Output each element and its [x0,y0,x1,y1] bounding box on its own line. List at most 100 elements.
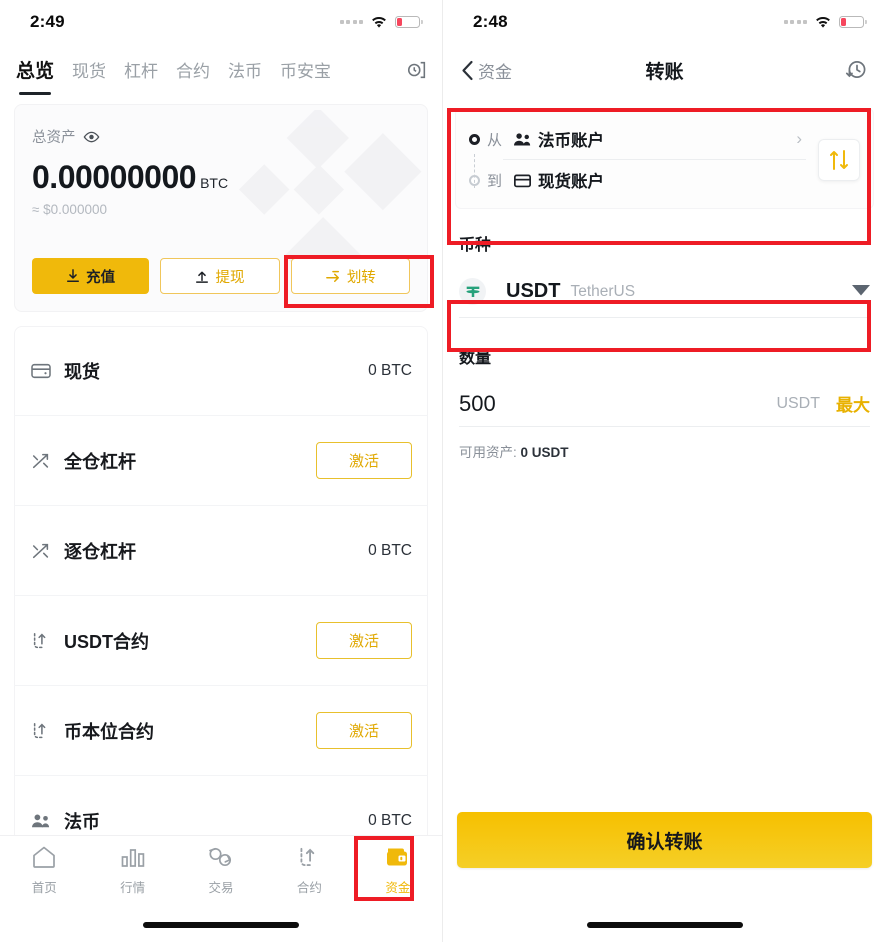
status-bar-left: 2:49 [0,0,442,44]
wifi-icon [372,16,386,28]
activate-button[interactable]: 激活 [316,622,412,659]
amount-input[interactable]: 500 [459,391,496,417]
history-doc-icon[interactable] [406,59,428,81]
wallet-tabs: 总览 现货 杠杆 合约 法币 币安宝 [0,44,442,96]
total-balance-unit: BTC [200,175,229,191]
dual-screenshot-container: 2:49 总览 现货 杠杆 合约 法币 币安宝 总资产 0.00000000 B… [0,0,886,942]
amount-section: 数量 500 USDT 最大 可用资产: 0 USDT [459,344,870,461]
to-tag: 到 [487,172,503,190]
transfer-connector-line [474,154,475,188]
swap-direction-button[interactable] [818,138,860,181]
deposit-button[interactable]: 充值 [32,258,150,294]
total-balance-label-row: 总资产 [32,126,410,147]
nav-item-futures[interactable]: 合约 [265,845,353,896]
deposit-arrow-down-icon [67,269,80,282]
deposit-label: 充值 [86,269,116,286]
account-value: 0 BTC [368,812,412,829]
total-balance-amount-row: 0.00000000 BTC [32,159,410,196]
amount-input-row[interactable]: 500 USDT 最大 [459,381,870,427]
transfer-arrows-icon [325,270,339,282]
nav-item-wallet[interactable]: 资金 [354,845,442,896]
chevron-left-icon [462,60,473,80]
total-balance-usd: ≈ $0.000000 [32,202,107,217]
coin-selector[interactable]: USDT TetherUS [459,266,870,318]
nav-item-home[interactable]: 首页 [0,845,88,896]
history-clock-icon [845,61,866,78]
accounts-list: 现货 0 BTC 全仓杠杆 激活 逐仓杠杆 0 BTC USDT合约 激活 币本… [14,326,428,866]
tab-spot[interactable]: 现货 [72,57,106,84]
home-indicator [143,922,299,928]
transfer-history-button[interactable] [844,58,868,82]
swap-vertical-icon [830,149,848,170]
status-indicators [783,16,867,29]
transfer-label: 划转 [346,269,376,286]
account-name: 现货 [64,361,100,382]
from-tag: 从 [487,131,503,149]
max-button[interactable]: 最大 [836,391,870,416]
nav-item-markets[interactable]: 行情 [88,845,176,896]
tab-futures[interactable]: 合约 [176,57,210,84]
wallet-icon [387,848,408,866]
account-value: 0 BTC [368,541,412,559]
wifi-icon [816,16,830,28]
confirm-transfer-button[interactable]: 确认转账 [457,812,872,868]
battery-icon [395,16,423,28]
coin-label: 币种 [459,237,492,254]
available-balance: 可用资产: 0 USDT [459,441,870,461]
account-name: USDT合约 [64,631,149,652]
transfer-to-row[interactable]: 到 现货账户 [469,165,806,195]
account-row-spot[interactable]: 现货 0 BTC [14,326,428,416]
withdraw-label: 提现 [215,269,245,286]
tab-fiat[interactable]: 法币 [228,57,262,84]
signal-dots-icon [783,20,807,24]
activate-button[interactable]: 激活 [316,442,412,479]
account-name: 逐仓杠杆 [64,541,136,562]
caret-down-icon[interactable] [852,283,870,301]
home-icon [33,846,56,868]
back-label: 资金 [478,62,512,82]
radio-selected-icon [469,133,480,145]
to-account-name: 现货账户 [538,173,605,191]
activate-button[interactable]: 激活 [316,712,412,749]
from-account-name: 法币账户 [538,132,605,150]
futures-arrow-icon [30,631,60,651]
account-name: 币本位合约 [64,721,154,742]
tab-overview[interactable]: 总览 [16,56,54,95]
chevron-right-icon[interactable]: › [796,129,806,149]
nav-label: 交易 [208,881,234,895]
transfer-button[interactable]: 划转 [290,258,410,294]
withdraw-button[interactable]: 提现 [160,258,280,294]
nav-item-trade[interactable]: 交易 [177,845,265,896]
balance-actions: 充值 提现 划转 [32,258,410,294]
account-row-isolated-margin[interactable]: 逐仓杠杆 0 BTC [14,506,428,596]
transfer-endpoints: 从 法币账户 › 到 现货账户 [469,124,806,195]
tab-savings[interactable]: 币安宝 [280,57,331,84]
account-row-cross-margin[interactable]: 全仓杠杆 激活 [14,416,428,506]
available-label: 可用资产: [459,445,517,460]
tether-icon [459,278,486,305]
back-button[interactable]: 资金 [461,58,512,83]
futures-arrow-icon [30,721,60,741]
margin-cross-icon [30,541,60,561]
withdraw-arrow-up-icon [196,271,209,283]
left-phone-screen: 2:49 总览 现货 杠杆 合约 法币 币安宝 总资产 0.00000000 B… [0,0,443,942]
battery-icon [839,16,867,28]
tab-margin[interactable]: 杠杆 [124,57,158,84]
transfer-from-row[interactable]: 从 法币账户 › [469,124,806,154]
amount-unit: USDT [776,394,820,412]
total-balance-label: 总资产 [32,130,76,146]
nav-label: 合约 [296,881,322,895]
futures-arrow-icon [300,847,315,867]
available-value: 0 USDT [520,445,569,460]
account-name: 全仓杠杆 [64,451,136,472]
account-row-coin-futures[interactable]: 币本位合约 激活 [14,686,428,776]
status-time: 2:49 [30,12,65,31]
bottom-navigation: 首页 行情 交易 合约 资金 [0,835,442,942]
nav-label: 行情 [120,881,146,895]
account-row-usdt-futures[interactable]: USDT合约 激活 [14,596,428,686]
transfer-divider [503,159,806,160]
transfer-accounts-card: 从 法币账户 › 到 现货账户 [455,108,874,209]
status-indicators [339,16,423,29]
account-name: 法币 [64,812,100,832]
eye-icon[interactable] [83,131,100,143]
